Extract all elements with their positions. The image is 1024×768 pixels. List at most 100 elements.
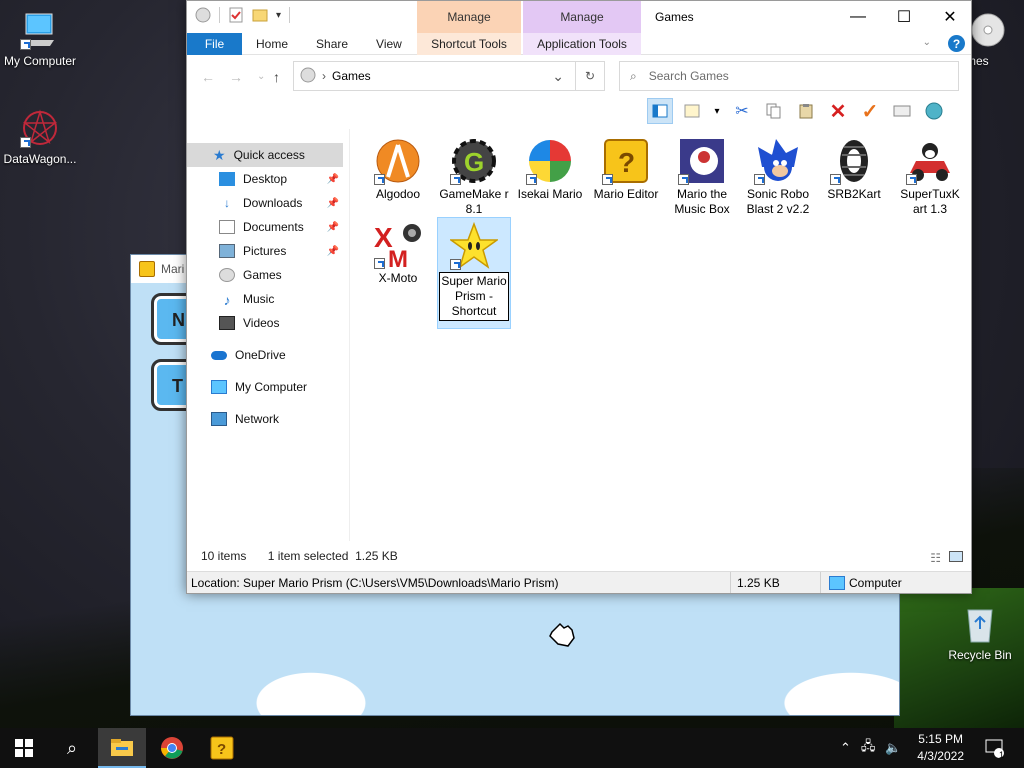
isekai-mario-icon [526, 137, 574, 185]
chevron-down-icon[interactable]: ▾ [711, 98, 723, 124]
globe-icon[interactable] [921, 98, 947, 124]
tab-home[interactable]: Home [242, 33, 302, 55]
shortcut-arrow-icon [374, 258, 385, 269]
tab-shortcut-tools[interactable]: Shortcut Tools [417, 33, 521, 55]
network-status-icon[interactable]: 🖧 [861, 737, 876, 759]
pin-icon[interactable]: 📌 [327, 246, 339, 257]
preview-pane-icon[interactable] [647, 98, 673, 124]
rename-input[interactable]: Super Mario Prism - Shortcut [439, 272, 509, 321]
search-box[interactable]: ⌕ Search Games [619, 61, 959, 91]
notification-center-icon[interactable]: 1 [976, 728, 1012, 768]
view-options-icon[interactable] [679, 98, 705, 124]
nav-item-my-computer[interactable]: My Computer [187, 375, 343, 399]
minimize-button[interactable]: — [835, 1, 881, 33]
svg-text:?: ? [217, 741, 226, 758]
disc-icon [968, 10, 1008, 50]
details-view-icon[interactable]: ☷ [930, 551, 941, 565]
shortcut-arrow-icon [450, 259, 461, 270]
pin-icon[interactable]: 📌 [327, 222, 339, 233]
taskbar-file-explorer[interactable] [98, 728, 146, 768]
gamemaker-icon: G [450, 137, 498, 185]
nav-item-games[interactable]: Games [187, 263, 343, 287]
chevron-down-icon[interactable]: ⌄ [257, 71, 265, 82]
nav-item-label: Videos [243, 316, 280, 330]
cut-icon[interactable]: ✂ [729, 98, 755, 124]
nav-item-onedrive[interactable]: OneDrive [187, 343, 343, 367]
nav-item-network[interactable]: Network [187, 407, 343, 431]
forward-arrow-icon[interactable]: → [229, 69, 243, 85]
large-icons-view-icon[interactable] [949, 551, 963, 562]
paste-icon[interactable] [793, 98, 819, 124]
new-folder-icon[interactable] [252, 7, 268, 23]
tab-file[interactable]: File [187, 33, 242, 55]
nav-item-pictures[interactable]: Pictures 📌 [187, 239, 343, 263]
location-path: Location: Super Mario Prism (C:\Users\VM… [187, 572, 731, 593]
file-item-supertuxkart[interactable]: SuperTuxK art 1.3 [893, 133, 967, 217]
quick-access-toolbar: ▾ [195, 7, 291, 23]
windows-logo-icon [15, 739, 33, 757]
desktop-icon-my-computer[interactable]: My Computer [0, 10, 80, 68]
pin-icon[interactable]: 📌 [327, 174, 339, 185]
help-icon[interactable]: ? [948, 35, 965, 52]
pin-icon[interactable]: 📌 [327, 198, 339, 209]
clock[interactable]: 5:15 PM 4/3/2022 [917, 731, 964, 765]
chevron-up-icon[interactable]: ⌃ [840, 740, 851, 756]
properties-icon[interactable] [889, 98, 915, 124]
explorer-titlebar[interactable]: ▾ Manage Manage Games — ☐ ✕ [187, 1, 971, 33]
desktop-icon-datawagon[interactable]: DataWagon... [0, 108, 80, 166]
nav-item-documents[interactable]: Documents 📌 [187, 215, 343, 239]
file-item-mario-music-box[interactable]: Mario the Music Box [665, 133, 739, 217]
desktop-icon-recycle-bin[interactable]: Recycle Bin [940, 604, 1020, 662]
address-row: ← → ⌄ ↑ › Games ⌄ ↻ ⌕ Search Games [187, 59, 971, 93]
explorer-window[interactable]: ▾ Manage Manage Games — ☐ ✕ File Home Sh… [186, 0, 972, 594]
file-item-super-mario-prism[interactable]: Super Mario Prism - Shortcut [437, 217, 511, 329]
nav-item-downloads[interactable]: ↓ Downloads 📌 [187, 191, 343, 215]
delete-icon[interactable]: ✕ [825, 98, 851, 124]
nav-item-label: Quick access [233, 148, 305, 162]
file-item-isekai-mario[interactable]: Isekai Mario [513, 133, 587, 202]
file-item-gamemaker[interactable]: G GameMake r 8.1 [437, 133, 511, 217]
file-item-label: X-Moto [378, 271, 418, 285]
search-placeholder: Search Games [648, 69, 729, 83]
breadcrumb-games[interactable]: Games [332, 69, 371, 83]
copy-icon[interactable] [761, 98, 787, 124]
tab-application-tools[interactable]: Application Tools [523, 33, 641, 55]
nav-item-videos[interactable]: Videos [187, 311, 343, 335]
chevron-down-icon[interactable]: ▾ [276, 10, 281, 21]
nav-item-music[interactable]: ♪ Music [187, 287, 343, 311]
computer-icon [20, 10, 60, 50]
file-item-srb2kart[interactable]: SRB2Kart [817, 133, 891, 202]
nav-item-quick-access[interactable]: ★ Quick access [187, 143, 343, 167]
start-button[interactable] [0, 728, 48, 768]
file-item-mario-editor[interactable]: ? Mario Editor [589, 133, 663, 202]
file-item-x-moto[interactable]: XM X-Moto [361, 217, 435, 286]
close-button[interactable]: ✕ [927, 1, 973, 33]
back-arrow-icon[interactable]: ← [201, 69, 215, 85]
file-item-algodoo[interactable]: Algodoo [361, 133, 435, 202]
tab-view[interactable]: View [362, 33, 416, 55]
refresh-button[interactable]: ↻ [575, 61, 605, 91]
svg-text:?: ? [618, 147, 635, 178]
rename-check-icon[interactable]: ✓ [857, 98, 883, 124]
shortcut-arrow-icon [450, 174, 461, 185]
disc-icon [300, 67, 316, 86]
file-item-sonic-robo-blast[interactable]: Sonic Robo Blast 2 v2.2 [741, 133, 815, 217]
nav-item-desktop[interactable]: Desktop 📌 [187, 167, 343, 191]
properties-icon[interactable] [228, 7, 244, 23]
file-view[interactable]: Algodoo G GameMake r 8.1 Isekai Mario ? … [353, 131, 971, 541]
game-menu-button-label: N [172, 310, 185, 330]
computer-icon [829, 575, 845, 590]
tab-share[interactable]: Share [302, 33, 362, 55]
up-arrow-icon[interactable]: ↑ [273, 69, 280, 85]
volume-icon[interactable]: 🔈 [885, 740, 901, 756]
file-item-label: Algodoo [375, 187, 421, 201]
chevron-down-icon[interactable]: ⌄ [552, 68, 564, 85]
taskbar-mario-app[interactable]: ? [198, 728, 246, 768]
maximize-button[interactable]: ☐ [881, 1, 927, 33]
chevron-down-icon[interactable]: ⌄ [923, 37, 931, 48]
taskbar-chrome[interactable] [148, 728, 196, 768]
clock-date: 4/3/2022 [917, 749, 964, 763]
nav-item-label: Games [243, 268, 282, 282]
address-bar[interactable]: › Games ⌄ [293, 61, 605, 91]
search-icon[interactable]: ⌕ [48, 728, 96, 768]
